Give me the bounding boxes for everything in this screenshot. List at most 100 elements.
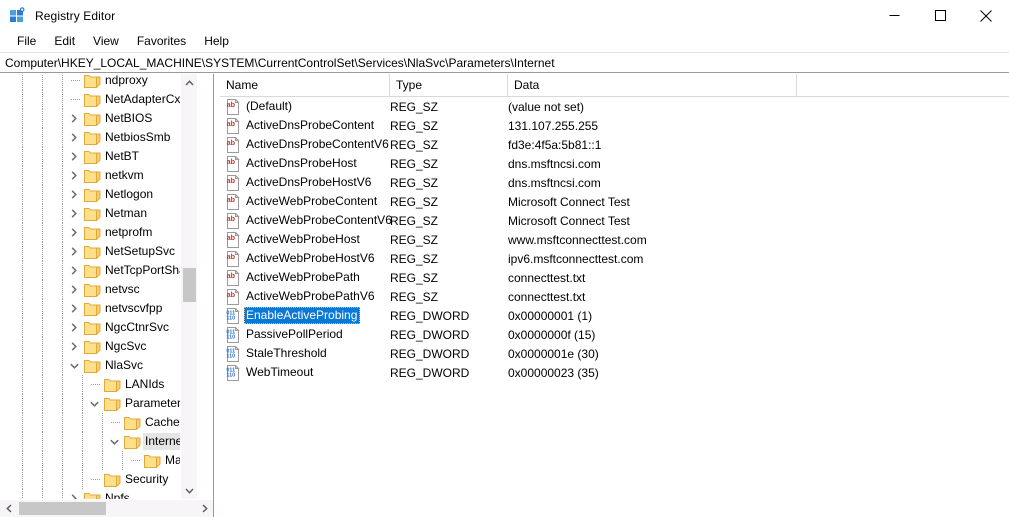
registry-value-row[interactable]: ab ActiveDnsProbeContentV6 REG_SZ fd3e:4f5a…	[220, 135, 1009, 154]
pane-divider[interactable]	[213, 74, 219, 517]
tree-guide-line	[22, 109, 24, 128]
tree-vertical-scrollbar[interactable]	[180, 74, 197, 499]
chevron-right-icon[interactable]	[66, 147, 82, 166]
address-bar[interactable]: Computer\HKEY_LOCAL_MACHINE\SYSTEM\Curre…	[0, 52, 1009, 73]
tree-item-netprofm[interactable]: netprofm	[0, 223, 196, 242]
tree-horizontal-scrollbar[interactable]	[0, 500, 213, 517]
tree-guide-line	[42, 90, 44, 109]
tree-item-netbiossmb[interactable]: NetbiosSmb	[0, 128, 196, 147]
tree-item-netbt[interactable]: NetBT	[0, 147, 196, 166]
registry-value-row[interactable]: 011 110 EnableActiveProbing REG_DWORD 0x0000…	[220, 306, 1009, 325]
tree-item-netsetupsvc[interactable]: NetSetupSvc	[0, 242, 196, 261]
tree-item-parameters[interactable]: Parameters	[0, 394, 196, 413]
column-header-type[interactable]: Type	[390, 74, 508, 96]
registry-tree[interactable]: ndproxy NetAdapterCx NetBIOS NetbiosSmb NetB…	[0, 74, 196, 499]
column-header-data[interactable]: Data	[508, 74, 797, 96]
tree-item-netvscvfpp[interactable]: netvscvfpp	[0, 299, 196, 318]
tree-item-label: Security	[125, 472, 169, 486]
value-name: ActiveWebProbeHostV6	[246, 251, 375, 265]
tree-item-netkvm[interactable]: netkvm	[0, 166, 196, 185]
chevron-right-icon[interactable]	[66, 299, 82, 318]
scroll-down-icon[interactable]	[181, 482, 198, 499]
dword-value-icon: 011 110	[225, 307, 241, 324]
registry-value-row[interactable]: 011 110 WebTimeout REG_DWORD 0x00000023 (35)	[220, 363, 1009, 382]
value-type: REG_DWORD	[390, 346, 470, 361]
tree-guide-line	[42, 451, 44, 470]
tree-guide-line	[42, 166, 44, 185]
registry-value-row[interactable]: ab ActiveWebProbeHost REG_SZ www.msftconnec…	[220, 230, 1009, 249]
registry-values-list[interactable]: ab (Default) REG_SZ (value not set) ab Active…	[220, 97, 1009, 382]
chevron-down-icon[interactable]	[86, 394, 102, 413]
tree-item-netbios[interactable]: NetBIOS	[0, 109, 196, 128]
registry-value-row[interactable]: ab ActiveDnsProbeContent REG_SZ 131.107.255…	[220, 116, 1009, 135]
menu-favorites[interactable]: Favorites	[128, 33, 195, 50]
window-controls	[871, 0, 1009, 31]
string-value-icon: ab	[225, 193, 241, 210]
tree-item-manu[interactable]: Manu	[0, 451, 196, 470]
tree-item-nlasvc[interactable]: NlaSvc	[0, 356, 196, 375]
value-name: ActiveWebProbeContent	[246, 194, 378, 208]
tree-item-npfs[interactable]: Npfs	[0, 489, 196, 499]
chevron-down-icon[interactable]	[106, 432, 122, 451]
tree-item-ndproxy[interactable]: ndproxy	[0, 74, 196, 90]
tree-guide-line	[42, 280, 44, 299]
tree-guide-line	[42, 261, 44, 280]
scroll-left-icon[interactable]	[0, 500, 17, 517]
tree-item-ngcctnrsvc[interactable]: NgcCtnrSvc	[0, 318, 196, 337]
tree-guide-line	[42, 432, 44, 451]
scroll-up-icon[interactable]	[181, 74, 198, 91]
tree-item-netlogon[interactable]: Netlogon	[0, 185, 196, 204]
tree-item-nettcpportsha[interactable]: NetTcpPortSha	[0, 261, 196, 280]
registry-value-row[interactable]: ab ActiveWebProbeContent REG_SZ Microsoft C…	[220, 192, 1009, 211]
folder-icon	[84, 245, 101, 259]
menu-help[interactable]: Help	[195, 33, 238, 50]
chevron-right-icon[interactable]	[66, 318, 82, 337]
registry-value-row[interactable]: ab ActiveWebProbePathV6 REG_SZ connecttest.…	[220, 287, 1009, 306]
chevron-right-icon[interactable]	[66, 242, 82, 261]
close-button[interactable]	[963, 0, 1009, 31]
registry-value-row[interactable]: 011 110 StaleThreshold REG_DWORD 0x0000001e …	[220, 344, 1009, 363]
registry-value-row[interactable]: ab ActiveDnsProbeHost REG_SZ dns.msftncsi.c…	[220, 154, 1009, 173]
tree-item-security[interactable]: Security	[0, 470, 196, 489]
chevron-right-icon[interactable]	[66, 166, 82, 185]
tree-guide-line	[102, 413, 104, 432]
tree-scroll-thumb[interactable]	[183, 268, 196, 302]
chevron-right-icon[interactable]	[66, 109, 82, 128]
tree-item-ngcsvc[interactable]: NgcSvc	[0, 337, 196, 356]
chevron-right-icon[interactable]	[66, 223, 82, 242]
chevron-right-icon[interactable]	[66, 128, 82, 147]
registry-value-row[interactable]: ab (Default) REG_SZ (value not set)	[220, 97, 1009, 116]
registry-value-row[interactable]: ab ActiveWebProbeHostV6 REG_SZ ipv6.msftcon…	[220, 249, 1009, 268]
registry-value-row[interactable]: 011 110 PassivePollPeriod REG_DWORD 0x000000…	[220, 325, 1009, 344]
maximize-button[interactable]	[917, 0, 963, 31]
menu-edit[interactable]: Edit	[45, 33, 84, 50]
tree-item-lanids[interactable]: LANIds	[0, 375, 196, 394]
tree-hscroll-thumb[interactable]	[19, 502, 106, 515]
tree-item-netman[interactable]: Netman	[0, 204, 196, 223]
chevron-down-icon[interactable]	[66, 356, 82, 375]
registry-value-row[interactable]: ab ActiveWebProbePath REG_SZ connecttest.tx…	[220, 268, 1009, 287]
tree-guide-line	[22, 128, 24, 147]
tree-item-cache[interactable]: Cache	[0, 413, 196, 432]
value-type: REG_SZ	[390, 156, 439, 171]
tree-item-netadaptercx[interactable]: NetAdapterCx	[0, 90, 196, 109]
scroll-right-icon[interactable]	[196, 500, 213, 517]
minimize-button[interactable]	[871, 0, 917, 31]
tree-item-internet[interactable]: Internet	[0, 432, 196, 451]
column-header-name[interactable]: Name	[220, 74, 390, 96]
chevron-right-icon[interactable]	[66, 261, 82, 280]
tree-elbow-line	[71, 99, 80, 101]
registry-value-row[interactable]: ab ActiveWebProbeContentV6 REG_SZ Microsoft…	[220, 211, 1009, 230]
folder-icon	[84, 74, 101, 88]
chevron-right-icon[interactable]	[66, 185, 82, 204]
menu-file[interactable]: File	[8, 33, 45, 50]
chevron-right-icon[interactable]	[66, 489, 82, 499]
chevron-right-icon[interactable]	[66, 337, 82, 356]
chevron-right-icon[interactable]	[66, 204, 82, 223]
chevron-right-icon[interactable]	[66, 280, 82, 299]
tree-guide-line	[62, 318, 64, 337]
value-name: StaleThreshold	[246, 346, 327, 360]
tree-item-netvsc[interactable]: netvsc	[0, 280, 196, 299]
registry-value-row[interactable]: ab ActiveDnsProbeHostV6 REG_SZ dns.msftncsi…	[220, 173, 1009, 192]
menu-view[interactable]: View	[84, 33, 128, 50]
